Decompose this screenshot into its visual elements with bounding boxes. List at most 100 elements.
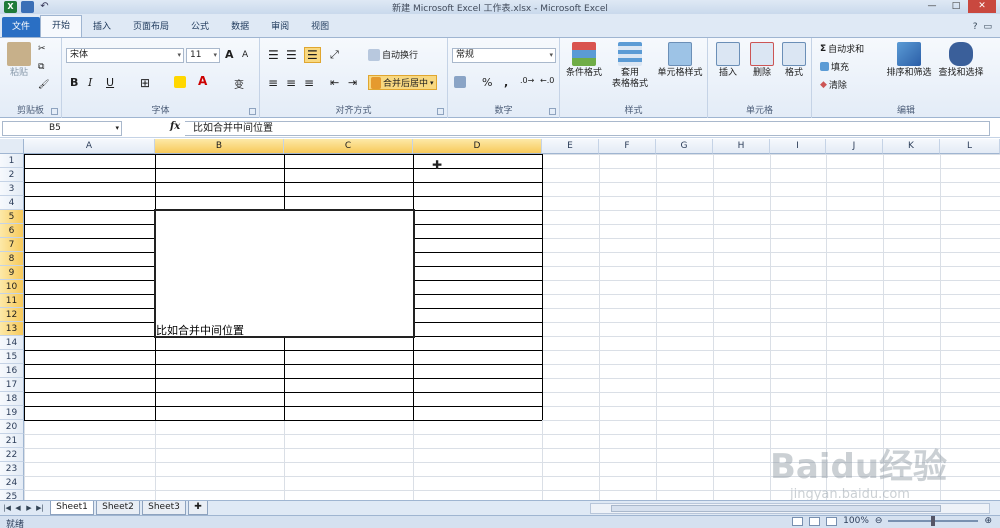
align-middle-icon[interactable]: ☰: [286, 48, 297, 62]
insert-cells-button[interactable]: 插入: [712, 42, 744, 79]
last-sheet-icon[interactable]: ▶|: [35, 502, 45, 514]
maximize-button[interactable]: □: [944, 0, 968, 13]
horizontal-scrollbar[interactable]: [590, 503, 990, 514]
row-header[interactable]: 1: [0, 154, 24, 168]
number-format-select[interactable]: 常规 ▾: [452, 48, 556, 63]
comma-button[interactable]: ,: [504, 76, 508, 89]
row-header[interactable]: 25: [0, 490, 24, 500]
increase-decimal-icon[interactable]: .0→: [520, 76, 534, 85]
row-header[interactable]: 24: [0, 476, 24, 490]
name-box[interactable]: B5 ▾: [2, 121, 122, 136]
format-painter-icon[interactable]: 🖌: [38, 80, 49, 90]
row-header[interactable]: 15: [0, 350, 24, 364]
row-header[interactable]: 16: [0, 364, 24, 378]
row-header[interactable]: 14: [0, 336, 24, 350]
row-header[interactable]: 23: [0, 462, 24, 476]
shrink-font-button[interactable]: A: [242, 50, 248, 60]
wrap-text-button[interactable]: 自动换行: [368, 48, 418, 61]
insert-sheet-icon[interactable]: ✚: [188, 501, 208, 515]
minimize-ribbon-icon[interactable]: ▭: [983, 22, 992, 32]
worksheet-grid[interactable]: A B C D E F G H I J K L 1 2 3 4 5 6 7 8 9 10 11 12 13 14 15 16 17 18 1…: [0, 139, 1000, 500]
tab-data[interactable]: 数据: [220, 17, 260, 37]
align-left-icon[interactable]: ≡: [268, 76, 278, 90]
find-select-button[interactable]: 查找和选择: [936, 42, 986, 79]
tab-formulas[interactable]: 公式: [180, 17, 220, 37]
insert-function-button[interactable]: fx: [170, 121, 180, 132]
row-header[interactable]: 9: [0, 266, 24, 280]
row-header[interactable]: 8: [0, 252, 24, 266]
column-header[interactable]: L: [940, 139, 1000, 154]
row-header[interactable]: 18: [0, 392, 24, 406]
formula-input[interactable]: 比如合并中间位置: [185, 121, 990, 136]
normal-view-icon[interactable]: [792, 516, 804, 526]
close-button[interactable]: ✕: [968, 0, 996, 13]
decrease-indent-icon[interactable]: ⇤: [330, 76, 339, 89]
help-icon[interactable]: ?: [973, 22, 978, 32]
row-header[interactable]: 19: [0, 406, 24, 420]
currency-icon[interactable]: [454, 76, 466, 88]
row-header[interactable]: 12: [0, 308, 24, 322]
minimize-button[interactable]: —: [920, 0, 944, 13]
tab-review[interactable]: 审阅: [260, 17, 300, 37]
tab-insert[interactable]: 插入: [82, 17, 122, 37]
column-header[interactable]: J: [826, 139, 883, 154]
column-header[interactable]: C: [284, 139, 413, 154]
column-header[interactable]: E: [542, 139, 599, 154]
bold-button[interactable]: B: [70, 76, 78, 89]
row-header[interactable]: 10: [0, 280, 24, 294]
select-all-corner[interactable]: [0, 139, 24, 154]
column-header[interactable]: B: [155, 139, 284, 154]
zoom-slider-knob[interactable]: [931, 516, 936, 526]
border-icon[interactable]: ⊞: [140, 76, 150, 90]
row-header[interactable]: 13: [0, 322, 24, 336]
font-name-select[interactable]: 宋体 ▾: [66, 48, 184, 63]
clipboard-launcher-icon[interactable]: [51, 108, 58, 115]
row-header[interactable]: 22: [0, 448, 24, 462]
phonetic-icon[interactable]: 变: [234, 76, 244, 91]
copy-icon[interactable]: ⧉: [38, 62, 44, 72]
row-header[interactable]: 7: [0, 238, 24, 252]
row-header[interactable]: 21: [0, 434, 24, 448]
autosum-button[interactable]: Σ 自动求和: [820, 42, 864, 56]
scrollbar-thumb[interactable]: [611, 505, 941, 512]
conditional-format-button[interactable]: 条件格式: [564, 42, 604, 79]
sheet-tab[interactable]: Sheet2: [96, 501, 140, 515]
align-bottom-icon[interactable]: ☰: [304, 47, 321, 63]
page-break-view-icon[interactable]: [826, 516, 838, 526]
sheet-tab[interactable]: Sheet3: [142, 501, 186, 515]
align-center-icon[interactable]: ≡: [286, 76, 296, 90]
row-header[interactable]: 20: [0, 420, 24, 434]
zoom-in-icon[interactable]: ⊕: [984, 516, 992, 526]
tab-file[interactable]: 文件: [2, 17, 40, 37]
increase-indent-icon[interactable]: ⇥: [348, 76, 357, 89]
tab-page-layout[interactable]: 页面布局: [122, 17, 180, 37]
page-layout-view-icon[interactable]: [809, 516, 821, 526]
font-size-select[interactable]: 11 ▾: [186, 48, 220, 63]
paste-button[interactable]: 粘贴: [4, 42, 34, 79]
zoom-level[interactable]: 100%: [843, 516, 869, 526]
first-sheet-icon[interactable]: |◀: [2, 502, 12, 514]
column-header[interactable]: K: [883, 139, 940, 154]
column-header[interactable]: H: [713, 139, 770, 154]
grow-font-button[interactable]: A: [225, 48, 234, 61]
zoom-slider[interactable]: [888, 516, 979, 526]
underline-button[interactable]: U: [106, 76, 114, 89]
format-cells-button[interactable]: 格式: [778, 42, 810, 79]
decrease-decimal-icon[interactable]: ←.0: [540, 76, 554, 85]
cut-icon[interactable]: ✂: [38, 44, 46, 54]
fill-button[interactable]: 填充: [820, 60, 849, 73]
tab-home[interactable]: 开始: [40, 15, 83, 37]
align-top-icon[interactable]: ☰: [268, 48, 279, 62]
column-header[interactable]: G: [656, 139, 713, 154]
font-launcher-icon[interactable]: [249, 108, 256, 115]
number-launcher-icon[interactable]: [549, 108, 556, 115]
cell-styles-button[interactable]: 单元格样式: [654, 42, 706, 79]
row-header[interactable]: 2: [0, 168, 24, 182]
prev-sheet-icon[interactable]: ◀: [13, 502, 23, 514]
sort-filter-button[interactable]: 排序和筛选: [884, 42, 934, 79]
zoom-out-icon[interactable]: ⊖: [875, 516, 883, 526]
percent-button[interactable]: %: [482, 76, 492, 89]
row-header[interactable]: 5: [0, 210, 24, 224]
delete-cells-button[interactable]: 删除: [746, 42, 778, 79]
align-right-icon[interactable]: ≡: [304, 76, 314, 90]
